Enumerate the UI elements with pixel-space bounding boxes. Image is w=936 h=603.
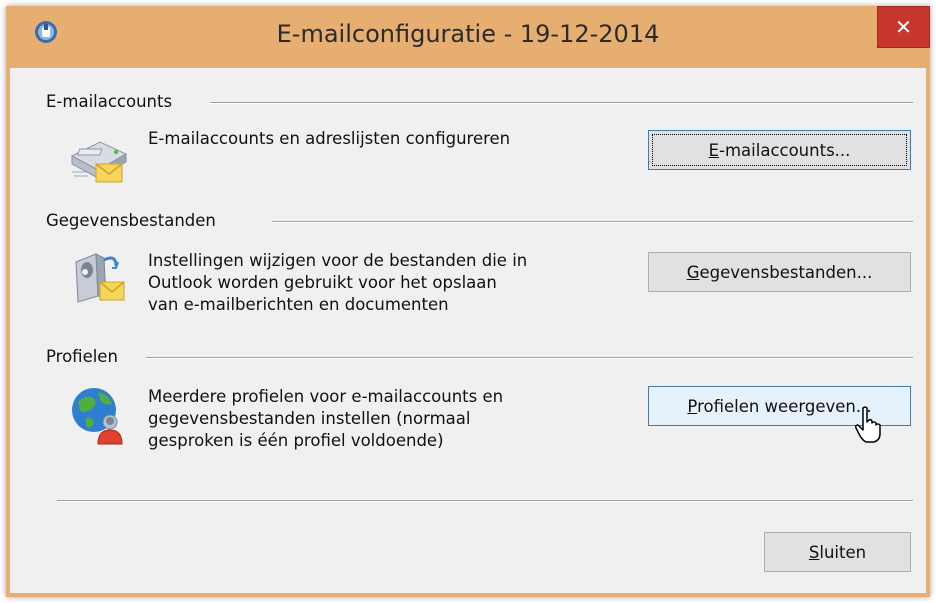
data-files-button[interactable]: Gegevensbestanden... [648,252,911,292]
description-line: gesproken is één profiel voldoende) [148,431,444,450]
accelerator-key: E [708,140,720,160]
section-divider [210,102,913,104]
window-title: E-mailconfiguratie - 19-12-2014 [276,20,660,48]
close-window-button[interactable]: ✕ [877,6,930,48]
description-line: Meerdere profielen voor e-mailaccounts e… [148,387,504,406]
description-line: gegevensbestanden instellen (normaal [148,409,471,428]
section-heading-email-accounts: E-mailaccounts [46,92,179,111]
button-label: luiten [819,542,867,562]
accelerator-key: P [687,396,698,416]
mouse-cursor-hand-icon [855,406,881,443]
button-label: rofielen weergeven... [697,396,872,416]
section-heading-data-files: Gegevensbestanden [46,211,222,230]
close-button[interactable]: Sluiten [764,532,911,572]
description-line: E-mailaccounts en adreslijsten configure… [148,129,511,148]
section-divider [272,221,913,223]
footer-divider [57,500,913,502]
description-line: van e-mailberichten en documenten [148,295,449,314]
accelerator-key: G [686,262,700,282]
section-description: E-mailaccounts en adreslijsten configure… [148,128,510,150]
button-label: -mailaccounts... [719,140,851,160]
email-accounts-icon [70,141,128,183]
email-accounts-button[interactable]: E-mailaccounts... [648,130,911,170]
dialog-window: E-mailconfiguratie - 19-12-2014 ✕ E-mail… [6,6,930,597]
section-description: Meerdere profielen voor e-mailaccounts e… [148,386,503,452]
close-icon: ✕ [895,15,912,39]
section-divider [146,357,913,359]
description-line: Instellingen wijzigen voor de bestanden … [148,251,528,270]
data-files-icon [75,253,125,303]
accelerator-key: S [808,542,820,562]
section-description: Instellingen wijzigen voor de bestanden … [148,250,527,316]
section-heading-profiles: Profielen [46,347,124,366]
button-label: egevensbestanden... [699,262,873,282]
description-line: Outlook worden gebruikt voor het opslaan [148,273,497,292]
profiles-globe-icon [72,388,123,445]
dialog-client-area: E-mailaccounts E-mailaccounts en adresli… [10,68,926,593]
title-bar[interactable]: E-mailconfiguratie - 19-12-2014 ✕ [6,6,930,68]
